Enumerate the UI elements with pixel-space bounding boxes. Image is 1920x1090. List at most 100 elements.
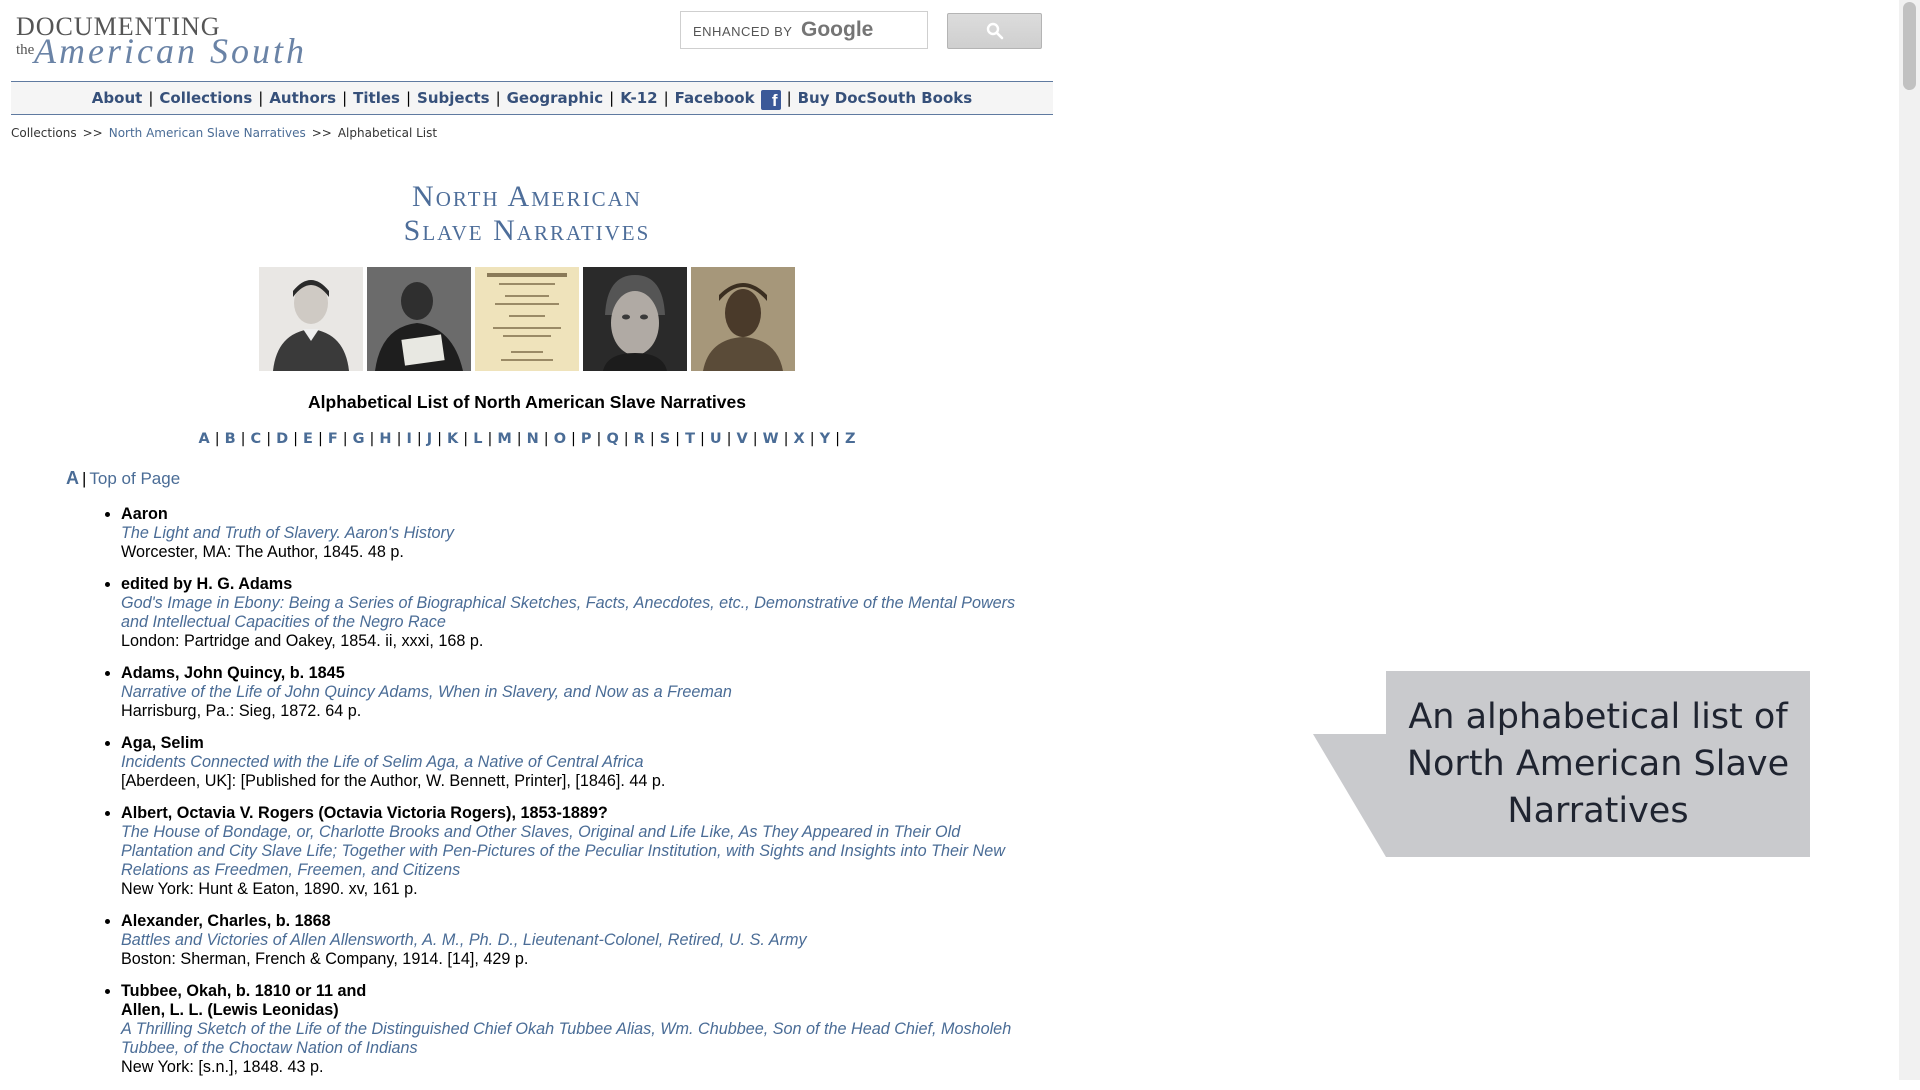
nav-separator: | xyxy=(609,89,615,107)
alpha-link-v[interactable]: V xyxy=(737,431,748,447)
entry-imprint: New York: [s.n.], 1848. 43 p. xyxy=(121,1058,324,1076)
entry-author: Albert, Octavia V. Rogers (Octavia Victo… xyxy=(121,804,608,822)
search-button[interactable] xyxy=(947,13,1042,49)
alpha-link-h[interactable]: H xyxy=(379,431,391,447)
collection-title-line1: North American xyxy=(412,180,642,213)
entry-imprint: Boston: Sherman, French & Company, 1914.… xyxy=(121,950,529,968)
entry-title-link[interactable]: A Thrilling Sketch of the Life of the Di… xyxy=(121,1020,1021,1058)
logo-american-south: American South xyxy=(34,31,307,71)
collection-title: North American Slave Narratives xyxy=(262,180,792,248)
alpha-link-y[interactable]: Y xyxy=(820,431,831,447)
alpha-link-u[interactable]: U xyxy=(710,431,722,447)
alpha-link-q[interactable]: Q xyxy=(606,431,618,447)
nav-authors[interactable]: Authors xyxy=(269,89,336,107)
alpha-link-b[interactable]: B xyxy=(225,431,236,447)
entry-title-link[interactable]: The Light and Truth of Slavery. Aaron's … xyxy=(121,524,1021,543)
alpha-link-z[interactable]: Z xyxy=(845,431,856,447)
nav-collections[interactable]: Collections xyxy=(159,89,252,107)
entry-title-link[interactable]: The House of Bondage, or, Charlotte Broo… xyxy=(121,823,1021,880)
logo-the: the xyxy=(16,42,35,58)
search-input[interactable]: ENHANCED BY Google xyxy=(680,11,928,49)
section-separator: | xyxy=(82,469,87,488)
top-of-page-link[interactable]: Top of Page xyxy=(89,469,180,488)
entry-title-link[interactable]: God's Image in Ebony: Being a Series of … xyxy=(121,594,1021,632)
alpha-link-k[interactable]: K xyxy=(447,431,458,447)
facebook-icon[interactable]: f xyxy=(760,90,781,110)
alpha-link-x[interactable]: X xyxy=(794,431,805,447)
list-item: Adams, John Quincy, b. 1845 Narrative of… xyxy=(121,664,1021,721)
entry-author: edited by H. G. Adams xyxy=(121,575,293,593)
scrollbar[interactable] xyxy=(1899,0,1920,1080)
alpha-link-n[interactable]: N xyxy=(527,431,539,447)
nav-separator: | xyxy=(148,89,154,107)
list-item: Aaron The Light and Truth of Slavery. Aa… xyxy=(121,505,1021,562)
alpha-link-a[interactable]: A xyxy=(198,431,209,447)
search-enhanced-label: ENHANCED BY xyxy=(693,24,793,39)
scrollbar-thumb[interactable] xyxy=(1903,2,1916,90)
callout-text: An alphabetical list of North American S… xyxy=(1406,696,1790,831)
portrait-woman-engraving xyxy=(259,267,363,371)
portrait-man-reading xyxy=(367,267,471,371)
alpha-link-t[interactable]: T xyxy=(685,431,695,447)
nav-separator: | xyxy=(258,89,264,107)
site-logo[interactable]: DOCUMENTING the American South xyxy=(14,12,314,70)
entry-title-link[interactable]: Narrative of the Life of John Quincy Ada… xyxy=(121,683,1021,702)
nav-facebook[interactable]: Facebook xyxy=(675,89,755,107)
list-item: Alexander, Charles, b. 1868 Battles and … xyxy=(121,912,1021,969)
list-heading: Alphabetical List of North American Slav… xyxy=(308,392,746,412)
alpha-link-j[interactable]: J xyxy=(427,431,432,447)
alpha-link-d[interactable]: D xyxy=(276,431,288,447)
alpha-link-r[interactable]: R xyxy=(634,431,645,447)
nav-k12[interactable]: K-12 xyxy=(620,89,657,107)
entry-title-link[interactable]: Battles and Victories of Allen Allenswor… xyxy=(121,931,1021,950)
nav-separator: | xyxy=(663,89,669,107)
entry-author-secondary: Allen, L. L. (Lewis Leonidas) xyxy=(121,1001,339,1019)
nav-separator: | xyxy=(405,89,412,107)
alphabet-nav: A | B | C | D | E | F | G | H | I | J | K | L | M | N | O | P | Q | R | S | T |… xyxy=(198,431,856,447)
entry-title-link[interactable]: Incidents Connected with the Life of Sel… xyxy=(121,753,1021,772)
alpha-link-w[interactable]: W xyxy=(763,431,779,447)
alpha-link-g[interactable]: G xyxy=(353,431,365,447)
alpha-link-c[interactable]: C xyxy=(251,431,262,447)
breadcrumb: Collections >> North American Slave Narrat… xyxy=(11,126,437,140)
nav-titles[interactable]: Titles xyxy=(353,89,400,107)
alpha-link-p[interactable]: P xyxy=(581,431,592,447)
collection-title-line2: Slave Narratives xyxy=(403,214,651,247)
list-item: edited by H. G. Adams God's Image in Ebo… xyxy=(121,575,1021,651)
list-item: Albert, Octavia V. Rogers (Octavia Victo… xyxy=(121,804,1021,899)
breadcrumb-separator: >> xyxy=(82,126,103,140)
entry-imprint: Worcester, MA: The Author, 1845. 48 p. xyxy=(121,543,404,561)
portrait-man-sepia xyxy=(691,267,795,371)
search-icon xyxy=(986,22,1004,40)
alpha-link-i[interactable]: I xyxy=(406,431,411,447)
alpha-link-s[interactable]: S xyxy=(660,431,670,447)
list-item: Tubbee, Okah, b. 1810 or 11 and Allen, L… xyxy=(121,982,1021,1077)
breadcrumb-collections[interactable]: Collections xyxy=(11,126,77,140)
alpha-link-f[interactable]: F xyxy=(328,431,338,447)
alpha-link-e[interactable]: E xyxy=(303,431,313,447)
entry-author: Tubbee, Okah, b. 1810 or 11 and xyxy=(121,982,367,1000)
nav-buy-books[interactable]: Buy DocSouth Books xyxy=(798,89,973,107)
alpha-link-l[interactable]: L xyxy=(473,431,482,447)
google-logo-text: Google xyxy=(801,18,874,41)
nav-separator: | xyxy=(786,89,792,107)
entry-imprint: London: Partridge and Oakey, 1854. ii, x… xyxy=(121,632,484,650)
breadcrumb-slave-narratives[interactable]: North American Slave Narratives xyxy=(109,126,306,140)
entry-author: Aaron xyxy=(121,505,168,523)
entry-author: Adams, John Quincy, b. 1845 xyxy=(121,664,345,682)
section-heading-a: A | Top of Page xyxy=(66,468,180,489)
main-nav: About | Collections | Authors | Titles | Subject… xyxy=(11,81,1053,115)
narratives-list: Aaron The Light and Truth of Slavery. Aa… xyxy=(98,505,1021,1090)
entry-author: Aga, Selim xyxy=(121,734,204,752)
entry-imprint: [Aberdeen, UK]: [Published for the Autho… xyxy=(121,772,666,790)
nav-separator: | xyxy=(342,89,348,107)
alpha-link-o[interactable]: O xyxy=(554,431,566,447)
entry-imprint: Harrisburg, Pa.: Sieg, 1872. 64 p. xyxy=(121,702,362,720)
nav-subjects[interactable]: Subjects xyxy=(417,89,490,107)
narrative-title-page-image xyxy=(475,267,579,371)
nav-geographic[interactable]: Geographic xyxy=(507,89,604,107)
breadcrumb-current: Alphabetical List xyxy=(337,126,438,140)
alpha-link-m[interactable]: M xyxy=(497,431,511,447)
breadcrumb-separator: >> xyxy=(311,126,332,140)
nav-about[interactable]: About xyxy=(92,89,143,107)
